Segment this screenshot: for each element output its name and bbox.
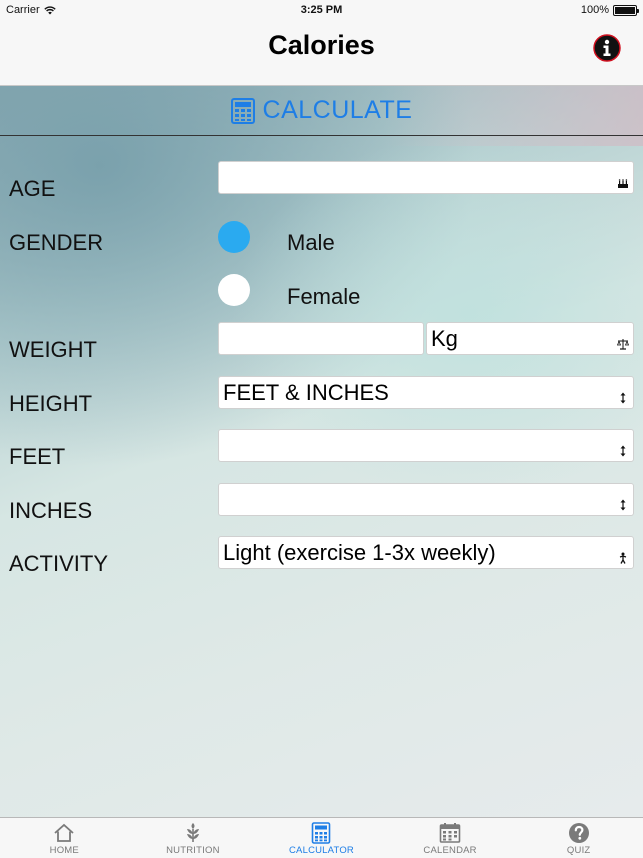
battery-icon [613, 4, 639, 16]
status-right: 100% [580, 4, 639, 16]
nav-bar: Calories [0, 20, 643, 86]
height-value: FEET & INCHES [223, 379, 389, 405]
updown-arrow-icon [620, 445, 626, 457]
tab-quiz-label: QUIZ [566, 845, 591, 856]
calendar-icon [439, 823, 461, 843]
calculator-form: CALCULATE AGE GENDER Male Female WEIGHT … [0, 86, 643, 817]
gender-label: GENDER [9, 230, 104, 255]
feet-label: FEET [9, 444, 66, 469]
calculate-button[interactable]: CALCULATE [230, 96, 413, 125]
height-label: HEIGHT [9, 391, 93, 416]
weight-field[interactable] [218, 322, 424, 355]
status-bar: Carrier 3:25 PM 100% [0, 0, 643, 20]
activity-value: Light (exercise 1-3x weekly) [223, 539, 496, 565]
age-field[interactable] [218, 161, 634, 194]
inches-label: INCHES [9, 498, 93, 523]
tab-calendar[interactable]: CALENDAR [386, 818, 515, 858]
info-icon[interactable] [593, 34, 621, 62]
updown-arrow-icon [620, 392, 626, 404]
calculator-icon [312, 822, 331, 844]
height-select[interactable]: FEET & INCHES [218, 376, 634, 409]
tab-calendar-label: CALENDAR [423, 845, 477, 856]
scale-icon [617, 339, 629, 350]
tab-calculator-label: CALCULATOR [288, 845, 354, 856]
calculate-row: CALCULATE [0, 86, 643, 136]
calculator-icon [230, 97, 255, 124]
home-icon [54, 823, 74, 842]
weight-unit-value: Kg [431, 325, 458, 351]
female-option-label: Female [287, 284, 361, 309]
tab-bar: HOME NUTRITION CALCULATOR CALENDAR QUIZ [0, 817, 643, 858]
battery-percent: 100% [580, 4, 609, 16]
leaf-icon [186, 823, 199, 842]
cake-icon [618, 179, 628, 188]
tab-home-label: HOME [49, 845, 79, 856]
tab-calculator[interactable]: CALCULATOR [257, 818, 386, 858]
activity-label: ACTIVITY [9, 551, 109, 576]
tab-quiz[interactable]: QUIZ [514, 818, 643, 858]
updown-arrow-icon [620, 499, 626, 511]
male-option-label: Male [287, 230, 335, 255]
page-title: Calories [268, 30, 375, 60]
activity-select[interactable]: Light (exercise 1-3x weekly) [218, 536, 634, 569]
tab-home[interactable]: HOME [0, 818, 129, 858]
calculate-label: CALCULATE [262, 96, 413, 124]
carrier-label: Carrier [6, 4, 40, 16]
feet-select[interactable] [218, 429, 634, 462]
weight-label: WEIGHT [9, 337, 97, 362]
status-left: Carrier [6, 4, 56, 16]
weight-unit-select[interactable]: Kg [426, 322, 634, 355]
question-icon [568, 823, 589, 843]
female-radio[interactable] [218, 274, 250, 306]
inches-select[interactable] [218, 483, 634, 516]
runner-icon [619, 552, 627, 564]
status-time: 3:25 PM [300, 4, 343, 16]
male-radio[interactable] [218, 221, 250, 253]
tab-nutrition-label: NUTRITION [166, 845, 220, 856]
tab-nutrition[interactable]: NUTRITION [129, 818, 258, 858]
wifi-icon [43, 6, 56, 15]
age-label: AGE [9, 176, 56, 201]
